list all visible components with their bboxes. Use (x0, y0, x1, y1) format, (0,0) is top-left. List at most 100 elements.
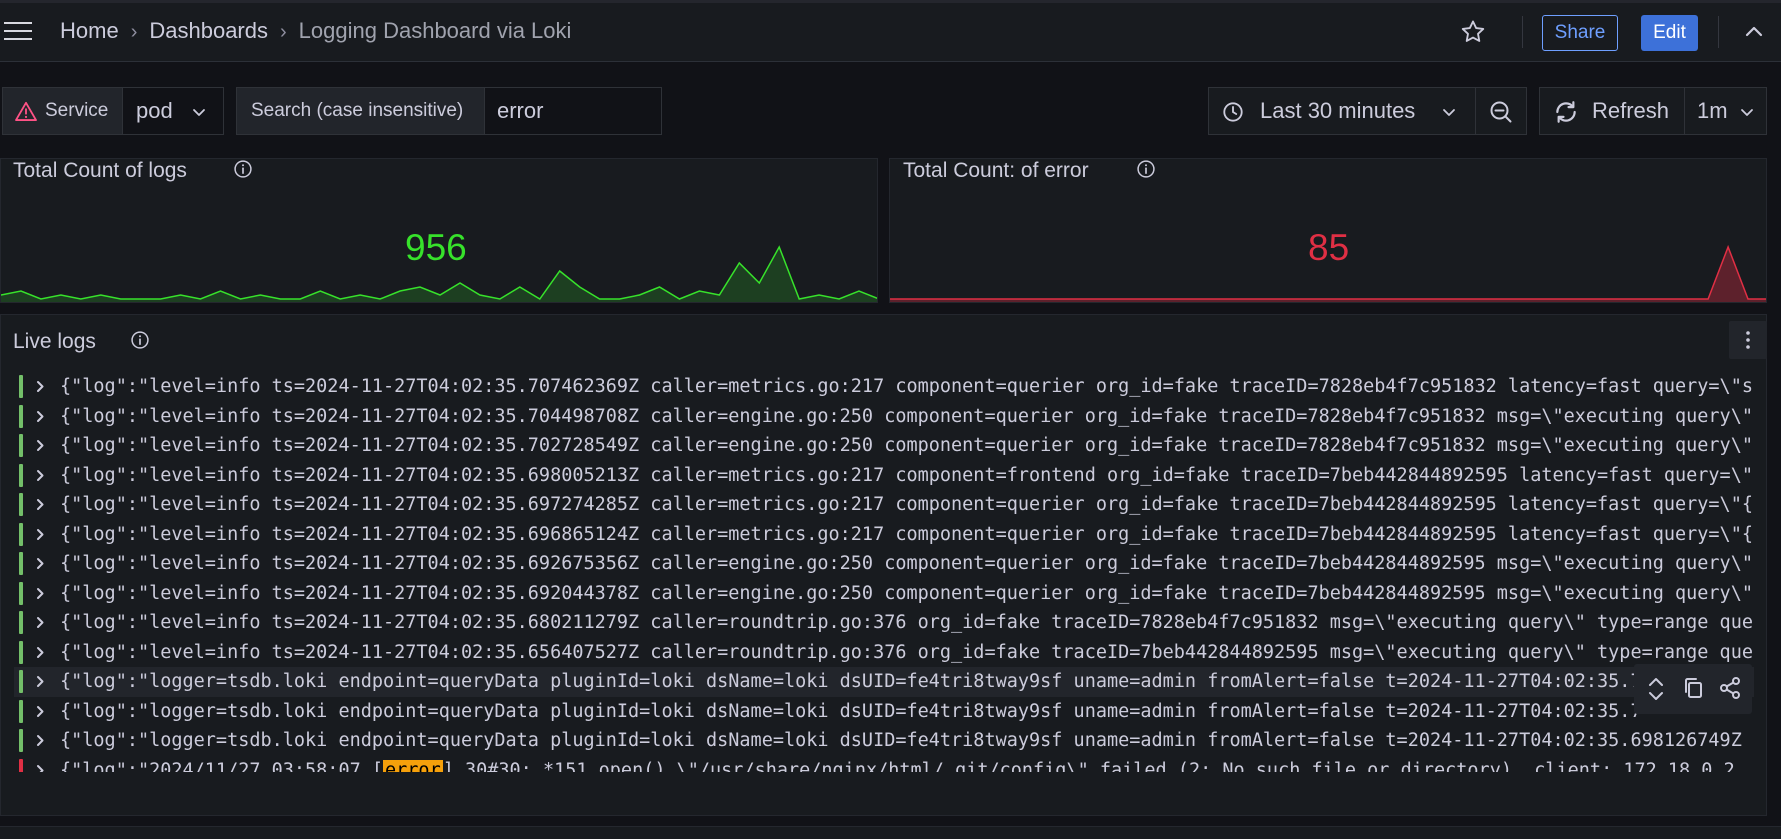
panel-menu-button[interactable] (1729, 321, 1767, 359)
top-navbar: Home › Dashboards › Logging Dashboard via Lo… (0, 0, 1781, 62)
log-row-actions (1634, 664, 1752, 714)
refresh-interval-select[interactable]: 1m (1684, 87, 1767, 135)
log-row[interactable]: {"log":"2024/11/27 03:58:07 [error] 30#3… (14, 756, 1754, 773)
service-select-value: pod (136, 98, 173, 123)
chevron-right-icon: › (130, 21, 138, 43)
panel-title: Total Count of logs (13, 159, 187, 182)
log-row[interactable]: {"log":"level=info ts=2024-11-27T04:02:3… (14, 638, 1754, 668)
log-row[interactable]: {"log":"level=info ts=2024-11-27T04:02:3… (14, 520, 1754, 550)
chevron-right-icon[interactable] (28, 490, 52, 519)
warning-icon (15, 101, 37, 121)
next-panel-edge (0, 826, 1781, 839)
log-row[interactable]: {"log":"level=info ts=2024-11-27T04:02:3… (14, 579, 1754, 609)
log-level-indicator (19, 522, 23, 546)
log-list: {"log":"level=info ts=2024-11-27T04:02:3… (14, 372, 1754, 772)
log-row[interactable]: {"log":"level=info ts=2024-11-27T04:02:3… (14, 608, 1754, 638)
total-logs-sparkline (1, 245, 877, 302)
chevron-right-icon[interactable] (28, 549, 52, 578)
edit-button[interactable]: Edit (1641, 15, 1698, 51)
log-level-indicator (19, 729, 23, 752)
info-icon[interactable] (233, 159, 253, 179)
top-accent-line (0, 0, 1781, 3)
chevron-right-icon[interactable] (28, 638, 52, 667)
log-line: {"log":"level=info ts=2024-11-27T04:02:3… (60, 641, 1754, 663)
log-level-indicator (19, 434, 23, 457)
sparkline-area (890, 247, 1766, 302)
share-button[interactable]: Share (1542, 15, 1618, 51)
total-logs-panel: Total Count of logs 956 (0, 158, 878, 303)
log-level-indicator (19, 699, 23, 723)
log-line: {"log":"level=info ts=2024-11-27T04:02:3… (60, 464, 1754, 486)
chevron-down-icon (1741, 109, 1753, 116)
search-highlight: error (383, 759, 443, 772)
log-level-indicator (19, 611, 23, 634)
search-input-value: error (497, 98, 544, 123)
log-row[interactable]: {"log":"logger=tsdb.loki endpoint=queryD… (14, 697, 1754, 727)
log-line: {"log":"level=info ts=2024-11-27T04:02:3… (60, 553, 1754, 574)
chevron-right-icon: › (280, 21, 287, 43)
log-row[interactable]: {"log":"logger=tsdb.loki endpoint=queryD… (14, 726, 1754, 756)
time-range-picker[interactable]: Last 30 minutes (1208, 87, 1476, 135)
share-icon[interactable] (1718, 676, 1742, 700)
refresh-interval-value: 1m (1697, 98, 1728, 123)
page-title: Logging Dashboard via Loki (298, 18, 572, 43)
chevron-right-icon[interactable] (28, 697, 52, 726)
log-line: {"log":"level=info ts=2024-11-27T04:02:3… (60, 376, 1754, 397)
log-line: {"log":"logger=tsdb.loki endpoint=queryD… (60, 700, 1642, 722)
chevron-right-icon[interactable] (28, 461, 52, 490)
chevron-right-icon[interactable] (28, 431, 52, 460)
toolbar-divider (1718, 16, 1719, 48)
info-icon[interactable] (1136, 159, 1156, 179)
zoom-out-icon (1490, 101, 1512, 123)
log-level-indicator (19, 463, 23, 487)
service-label-text: Service (45, 100, 109, 121)
more-vertical-icon (1746, 331, 1750, 349)
search-variable-label: Search (case insensitive) (236, 87, 485, 135)
chevron-right-icon[interactable] (28, 608, 52, 637)
zoom-out-button[interactable] (1475, 87, 1527, 135)
log-row[interactable]: {"log":"level=info ts=2024-11-27T04:02:3… (14, 490, 1754, 520)
chevron-right-icon[interactable] (28, 520, 52, 549)
breadcrumb-home[interactable]: Home (60, 18, 119, 43)
log-row[interactable]: {"log":"level=info ts=2024-11-27T04:02:3… (14, 549, 1754, 579)
star-icon[interactable] (1459, 18, 1487, 46)
sparkline-line (890, 244, 1766, 300)
log-row[interactable]: {"log":"level=info ts=2024-11-27T04:02:3… (14, 461, 1754, 491)
chevron-right-icon[interactable] (28, 756, 52, 773)
variables-bar: Service pod Search (case insensitive) er… (0, 63, 1781, 159)
log-line: {"log":"level=info ts=2024-11-27T04:02:3… (60, 494, 1754, 515)
expand-vertical-icon[interactable] (1645, 676, 1667, 702)
log-row[interactable]: {"log":"level=info ts=2024-11-27T04:02:3… (14, 372, 1754, 402)
log-level-indicator (19, 670, 23, 693)
total-errors-panel: Total Count: of error 85 (889, 158, 1767, 303)
chevron-right-icon[interactable] (28, 726, 52, 755)
log-level-indicator (19, 552, 23, 575)
log-level-indicator (19, 581, 23, 605)
chevron-right-icon[interactable] (28, 402, 52, 431)
log-row[interactable]: {"log":"logger=tsdb.loki endpoint=queryD… (14, 667, 1754, 697)
log-level-indicator (19, 404, 23, 428)
log-line: {"log":"logger=tsdb.loki endpoint=queryD… (60, 671, 1653, 692)
log-row[interactable]: {"log":"level=info ts=2024-11-27T04:02:3… (14, 402, 1754, 432)
log-row[interactable]: {"log":"level=info ts=2024-11-27T04:02:3… (14, 431, 1754, 461)
refresh-button[interactable]: Refresh (1539, 87, 1685, 135)
info-icon[interactable] (130, 330, 150, 350)
log-level-indicator (19, 375, 23, 398)
breadcrumb-dashboards[interactable]: Dashboards (149, 18, 268, 43)
chevron-down-icon (193, 109, 205, 116)
menu-icon[interactable] (4, 22, 32, 42)
service-select[interactable]: pod (122, 87, 224, 135)
chevron-right-icon[interactable] (28, 579, 52, 608)
chevron-right-icon[interactable] (28, 667, 52, 696)
panel-title: Live logs (13, 330, 96, 353)
log-line: {"log":"level=info ts=2024-11-27T04:02:3… (60, 582, 1754, 604)
time-range-label: Last 30 minutes (1260, 98, 1416, 123)
copy-icon[interactable] (1682, 676, 1704, 700)
chevron-right-icon[interactable] (28, 372, 52, 401)
search-input[interactable]: error (484, 87, 662, 135)
refresh-label: Refresh (1592, 98, 1670, 123)
chevron-up-icon[interactable] (1742, 20, 1766, 44)
log-level-indicator (19, 758, 23, 772)
clock-icon (1223, 102, 1243, 122)
log-level-indicator (19, 493, 23, 516)
